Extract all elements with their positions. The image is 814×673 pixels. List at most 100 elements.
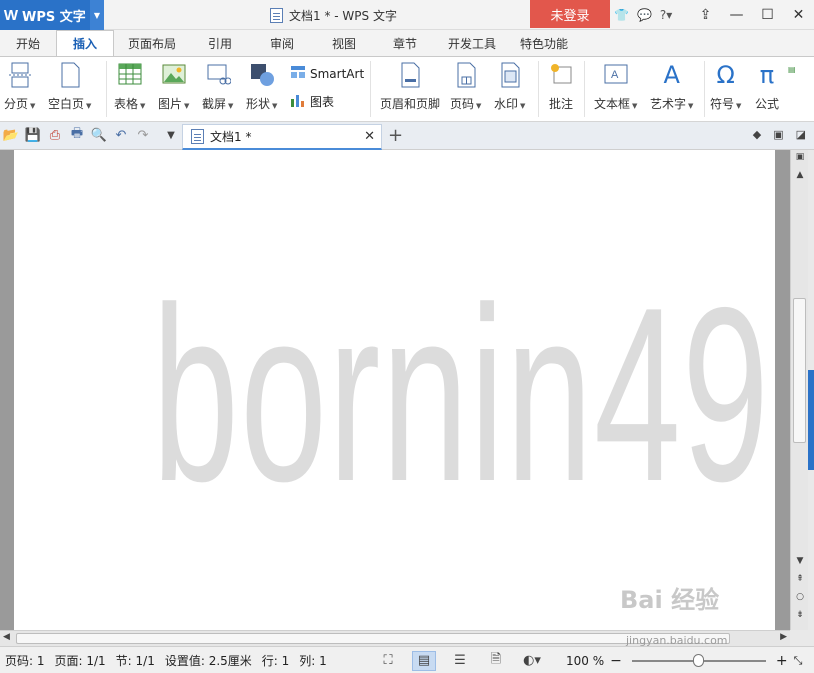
outline-view-icon[interactable]: ☰ bbox=[448, 651, 472, 671]
document-page[interactable]: bornin49 bbox=[14, 150, 775, 630]
tab-chapter[interactable]: 章节 bbox=[374, 30, 436, 56]
minimize-icon[interactable]: — bbox=[721, 0, 752, 30]
title-icons: 👕 💬 ?▾ bbox=[614, 0, 672, 30]
shapes-button[interactable]: 形状 ▼ bbox=[246, 61, 277, 112]
vertical-scrollbar[interactable]: ▣ ▲ ▼ ⇞ ○ ⇟ bbox=[790, 150, 808, 630]
save-icon[interactable]: 💾 bbox=[24, 126, 42, 144]
close-tab-icon[interactable]: ✕ bbox=[364, 129, 375, 144]
print-preview-icon[interactable]: 🔍 bbox=[90, 126, 108, 144]
omega-icon: Ω bbox=[716, 61, 735, 89]
web-view-icon[interactable]: 🗎 bbox=[484, 651, 508, 671]
redo-icon[interactable]: ↷ bbox=[134, 126, 152, 144]
tab-developer[interactable]: 开发工具 bbox=[436, 30, 508, 56]
next-page-icon[interactable]: ⇟ bbox=[791, 610, 809, 620]
scroll-left-icon[interactable]: ◀ bbox=[3, 632, 10, 642]
select-browse-icon[interactable]: ○ bbox=[791, 592, 809, 602]
page-break-button[interactable]: 分页 ▼ bbox=[4, 61, 35, 112]
header-footer-label: 页眉和页脚 bbox=[380, 97, 441, 111]
more-icon[interactable]: ▤ bbox=[788, 65, 796, 74]
svg-text:A: A bbox=[611, 69, 619, 81]
export-pdf-icon[interactable]: ⎙ bbox=[46, 126, 64, 144]
chat-icon[interactable]: 💬 bbox=[637, 8, 652, 22]
status-setting: 设置值: 2.5厘米 bbox=[164, 653, 252, 668]
fit-window-icon[interactable]: ⤡ bbox=[794, 654, 803, 668]
chart-button[interactable]: 图表 bbox=[290, 93, 334, 110]
status-bar: 页码: 1 页面: 1/1 节: 1/1 设置值: 2.5厘米 行: 1 列: … bbox=[0, 646, 814, 673]
header-footer-icon bbox=[397, 61, 423, 89]
app-menu-button[interactable]: W WPS 文字 ▼ bbox=[0, 0, 104, 30]
comment-panel-icon[interactable]: ▣ bbox=[773, 128, 783, 141]
scroll-right-icon[interactable]: ▶ bbox=[780, 632, 787, 642]
document-tab-title: 文档1 * bbox=[210, 130, 252, 144]
header-footer-button[interactable]: 页眉和页脚 bbox=[380, 61, 440, 112]
right-quick-icons: ◆ ▣ ◪ bbox=[753, 128, 806, 141]
chevron-down-icon[interactable]: ▼ bbox=[90, 0, 104, 30]
maximize-icon[interactable]: ☐ bbox=[752, 0, 783, 30]
separator bbox=[538, 61, 539, 117]
status-column: 列: 1 bbox=[299, 653, 327, 668]
page-number-icon bbox=[453, 61, 479, 89]
zoom-slider[interactable] bbox=[631, 653, 766, 667]
zoom-out-icon[interactable]: − bbox=[610, 653, 622, 669]
customize-dropdown-icon[interactable]: ▼ bbox=[162, 126, 180, 144]
skin-icon[interactable]: 👕 bbox=[614, 8, 629, 22]
tab-insert[interactable]: 插入 bbox=[56, 30, 114, 56]
open-folder-icon[interactable]: 📂 bbox=[2, 126, 20, 144]
blank-page-label: 空白页 bbox=[48, 97, 85, 111]
vertical-scroll-thumb[interactable] bbox=[793, 298, 806, 443]
print-icon[interactable]: 🖶 bbox=[68, 126, 86, 144]
undo-icon[interactable]: ↶ bbox=[112, 126, 130, 144]
document-icon bbox=[191, 129, 204, 144]
page-view-icon[interactable]: ▤ bbox=[412, 650, 436, 671]
scroll-up-icon[interactable]: ▲ bbox=[791, 170, 809, 180]
tab-view[interactable]: 视图 bbox=[314, 30, 374, 56]
scroll-down-icon[interactable]: ▼ bbox=[791, 556, 809, 566]
comment-button[interactable]: 批注 bbox=[548, 61, 574, 112]
pi-icon: π bbox=[759, 61, 775, 89]
tab-page-layout[interactable]: 页面布局 bbox=[114, 30, 190, 56]
formula-label: 公式 bbox=[754, 97, 779, 111]
zoom-level: 100 % bbox=[566, 653, 605, 668]
document-tab[interactable]: 文档1 * ✕ bbox=[182, 124, 382, 150]
help-icon[interactable]: ?▾ bbox=[660, 8, 672, 22]
window-title-text: 文档1 * - WPS 文字 bbox=[289, 8, 397, 23]
page-break-label: 分页 bbox=[4, 97, 29, 111]
previous-page-icon[interactable]: ⇞ bbox=[791, 574, 809, 584]
table-button[interactable]: 表格 ▼ bbox=[114, 61, 145, 112]
symbol-label: 符号 bbox=[710, 97, 735, 111]
help-label: ? bbox=[659, 8, 667, 22]
split-view-icon[interactable]: ▣ bbox=[791, 152, 809, 162]
smartart-button[interactable]: SmartArt bbox=[290, 65, 364, 82]
symbol-button[interactable]: Ω 符号 ▼ bbox=[710, 61, 741, 112]
zoom-slider-knob[interactable] bbox=[693, 653, 705, 667]
picture-button[interactable]: 图片 ▼ bbox=[158, 61, 189, 112]
formula-button[interactable]: π 公式 bbox=[754, 61, 780, 112]
screenshot-button[interactable]: 截屏 ▼ bbox=[202, 61, 233, 112]
side-panel-toggle[interactable] bbox=[808, 370, 814, 470]
word-art-button[interactable]: A 艺术字 ▼ bbox=[650, 61, 693, 112]
horizontal-scroll-thumb[interactable] bbox=[16, 633, 730, 644]
tab-review[interactable]: 审阅 bbox=[250, 30, 314, 56]
text-box-button[interactable]: A 文本框 ▼ bbox=[594, 61, 637, 112]
blank-page-button[interactable]: 空白页 ▼ bbox=[48, 61, 91, 112]
new-tab-icon[interactable]: + bbox=[388, 125, 403, 146]
pin-icon[interactable]: ◆ bbox=[753, 128, 761, 141]
login-button[interactable]: 未登录 bbox=[530, 0, 610, 28]
tab-features[interactable]: 特色功能 bbox=[508, 30, 580, 56]
tab-home[interactable]: 开始 bbox=[0, 30, 56, 56]
zoom-in-icon[interactable]: + bbox=[776, 653, 788, 669]
fullscreen-icon[interactable]: ⛶ bbox=[376, 651, 400, 671]
picture-icon bbox=[161, 61, 187, 89]
screenshot-label: 截屏 bbox=[202, 97, 227, 111]
blank-page-icon bbox=[57, 61, 83, 89]
watermark-button[interactable]: 水印 ▼ bbox=[494, 61, 525, 112]
status-line: 行: 1 bbox=[261, 653, 290, 668]
share-icon[interactable]: ⇪ bbox=[690, 0, 721, 30]
reading-mode-icon[interactable]: ◐▾ bbox=[520, 651, 544, 671]
smartart-label: SmartArt bbox=[310, 66, 365, 81]
page-number-button[interactable]: 页码 ▼ bbox=[450, 61, 481, 112]
panel-toggle-icon[interactable]: ◪ bbox=[796, 128, 806, 141]
word-art-icon: A bbox=[663, 61, 680, 89]
tab-references[interactable]: 引用 bbox=[190, 30, 250, 56]
close-icon[interactable]: ✕ bbox=[783, 0, 814, 30]
